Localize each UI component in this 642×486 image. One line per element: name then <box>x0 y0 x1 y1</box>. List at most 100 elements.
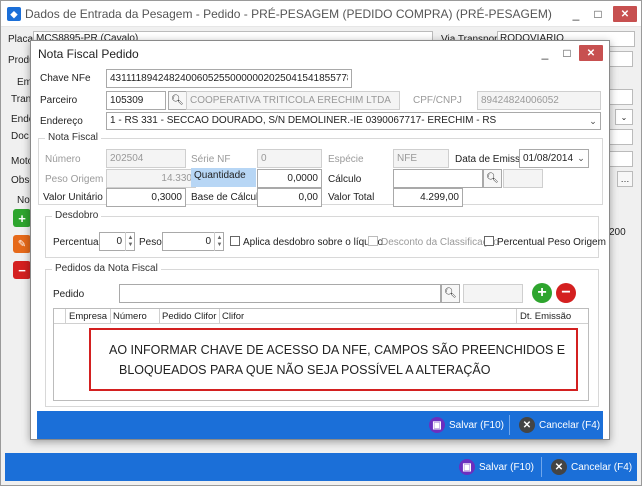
peso-origem-input <box>106 169 196 188</box>
main-edit-button[interactable]: ✎ <box>13 235 31 253</box>
main-grid-cell: 200 <box>609 227 626 238</box>
save-icon: ▣ <box>459 459 475 475</box>
transportadora-field-main[interactable] <box>607 89 633 105</box>
pedido-label: Pedido <box>53 289 85 300</box>
column-clifor[interactable]: Clifor <box>222 311 244 322</box>
pedido-desc-input <box>463 284 523 303</box>
cpf-input <box>477 91 601 110</box>
percentual-label: Percentual <box>53 237 101 248</box>
main-remove-button[interactable]: − <box>13 261 31 279</box>
search-icon: 🔍︎ <box>444 288 457 299</box>
header-row-selector <box>54 309 66 324</box>
dialog-footer-bar: ▣ Salvar (F10) ✕ Cancelar (F4) <box>37 411 603 439</box>
dialog-close-icon[interactable]: ✕ <box>579 45 603 61</box>
dialog-save-label: Salvar (F10) <box>449 419 505 431</box>
main-cancel-label: Cancelar (F4) <box>571 461 633 473</box>
aplica-desdobro-checkbox[interactable] <box>230 236 240 246</box>
produto-field-main[interactable] <box>607 51 633 67</box>
peso-origem-label: Peso Origem <box>45 174 104 185</box>
column-divider <box>219 309 220 324</box>
calculo-search-button[interactable]: 🔍︎ <box>483 169 502 188</box>
search-icon: 🔍︎ <box>171 95 184 106</box>
endereco-label: Endereço <box>40 116 83 127</box>
column-pedido-clifor[interactable]: Pedido Clifor <box>162 311 216 322</box>
parceiro-name-input <box>186 91 400 110</box>
column-divider <box>159 309 160 324</box>
base-calculo-label: Base de Cálculo <box>191 192 264 203</box>
parceiro-label: Parceiro <box>40 95 78 106</box>
documento-field-main[interactable] <box>607 129 633 145</box>
column-empresa[interactable]: Empresa <box>69 311 107 322</box>
desdobro-group-title: Desdobro <box>52 210 102 221</box>
cancel-icon: ✕ <box>551 459 567 475</box>
dialog-save-button[interactable]: ▣ Salvar (F10) <box>429 411 504 439</box>
pedido-search-button[interactable]: 🔍︎ <box>441 284 460 303</box>
valor-total-input[interactable] <box>393 188 463 207</box>
desconto-classificacao-label: Desconto da Classificação <box>381 237 499 248</box>
quantidade-input[interactable] <box>257 169 322 188</box>
pedido-add-button[interactable]: + <box>532 283 552 303</box>
motorista-field-main[interactable] <box>607 151 633 167</box>
pedidos-group-title: Pedidos da Nota Fiscal <box>52 263 161 274</box>
desconto-classificacao-checkbox <box>368 236 378 246</box>
main-add-button[interactable]: + <box>13 209 31 227</box>
main-save-label: Salvar (F10) <box>479 461 535 473</box>
especie-input <box>393 149 449 168</box>
pedidos-table-header: Empresa Número Pedido Clifor Clifor Dt. … <box>54 309 588 324</box>
main-footer-divider <box>541 457 542 477</box>
nota-fiscal-group-title: Nota Fiscal <box>45 132 102 143</box>
percentual-spinner[interactable]: ▲ ▼ <box>125 232 135 251</box>
main-cancel-button[interactable]: ✕ Cancelar (F4) <box>551 453 632 481</box>
close-icon[interactable]: ✕ <box>613 6 637 22</box>
serie-input <box>257 149 322 168</box>
especie-label: Espécie <box>328 154 364 165</box>
calendar-dropdown-icon[interactable]: ⌄ <box>574 150 588 167</box>
valor-unitario-input[interactable] <box>106 188 186 207</box>
quantidade-label: Quantidade <box>191 168 256 187</box>
column-divider <box>516 309 517 324</box>
base-calculo-input[interactable] <box>257 188 322 207</box>
column-divider <box>110 309 111 324</box>
main-footer-bar: ▣ Salvar (F10) ✕ Cancelar (F4) <box>5 453 637 481</box>
main-title-bar: ◆ Dados de Entrada da Pesagem - Pedido -… <box>1 1 641 27</box>
calculo-label: Cálculo <box>328 174 362 185</box>
percentual-peso-origem-label: Percentual Peso Origem <box>497 237 606 248</box>
annotation-box: AO INFORMAR CHAVE DE ACESSO DA NFE, CAMP… <box>89 328 578 391</box>
column-dt-emissao[interactable]: Dt. Emissão <box>520 311 571 322</box>
serie-label: Série NF <box>191 154 231 165</box>
dialog-maximize-icon[interactable]: □ <box>557 45 577 61</box>
main-save-button[interactable]: ▣ Salvar (F10) <box>459 453 534 481</box>
search-icon: 🔍︎ <box>486 173 499 184</box>
pedido-input[interactable] <box>119 284 441 303</box>
minimize-icon[interactable]: _ <box>566 6 586 22</box>
save-icon: ▣ <box>429 417 445 433</box>
numero-label: Número <box>45 154 81 165</box>
chave-label: Chave NFe <box>40 73 91 84</box>
maximize-icon[interactable]: □ <box>588 6 608 22</box>
observacao-more-button[interactable]: … <box>617 171 633 187</box>
peso-label: Peso <box>139 237 162 248</box>
parceiro-code-input[interactable] <box>106 91 166 110</box>
calculo-input[interactable] <box>393 169 483 188</box>
main-window-title: Dados de Entrada da Pesagem - Pedido - P… <box>25 7 552 21</box>
valor-total-label: Valor Total <box>328 192 375 203</box>
chevron-down-icon[interactable]: ⌄ <box>586 113 600 129</box>
aplica-desdobro-label: Aplica desdobro sobre o líquido <box>243 237 384 248</box>
valor-unitario-label: Valor Unitário <box>43 192 103 203</box>
column-numero[interactable]: Número <box>113 311 147 322</box>
cancel-icon: ✕ <box>519 417 535 433</box>
dialog-cancel-button[interactable]: ✕ Cancelar (F4) <box>519 411 600 439</box>
endereco-select[interactable]: 1 - RS 331 - SECCAO DOURADO, S/N DEMOLIN… <box>106 112 601 130</box>
dialog-cancel-label: Cancelar (F4) <box>539 419 601 431</box>
chave-input[interactable] <box>106 69 352 88</box>
parceiro-search-button[interactable]: 🔍︎ <box>168 91 187 110</box>
dialog-footer-divider <box>509 415 510 435</box>
endereco-dropdown-main[interactable]: ⌄ <box>615 109 633 125</box>
calculo-desc-input <box>503 169 543 188</box>
annotation-line-1: AO INFORMAR CHAVE DE ACESSO DA NFE, CAMP… <box>109 343 566 357</box>
pedido-remove-button[interactable]: − <box>556 283 576 303</box>
percentual-peso-origem-checkbox[interactable] <box>484 236 494 246</box>
nota-fiscal-dialog: Nota Fiscal Pedido _ □ ✕ Chave NFe Parce… <box>30 40 610 440</box>
dialog-minimize-icon[interactable]: _ <box>535 45 555 61</box>
peso-spinner[interactable]: ▲ ▼ <box>214 232 224 251</box>
